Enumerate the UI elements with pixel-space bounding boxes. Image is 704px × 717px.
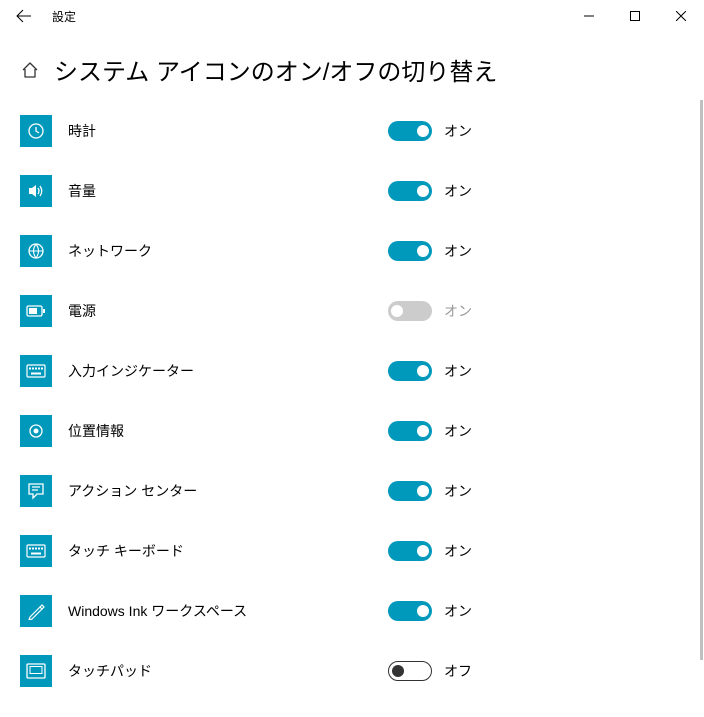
toggle-knob	[417, 485, 429, 497]
home-icon[interactable]	[20, 60, 40, 80]
toggle-state-windows-ink: オン	[444, 601, 472, 621]
scrollbar[interactable]	[700, 100, 703, 660]
toggle-state-action-center: オン	[444, 481, 472, 501]
maximize-button[interactable]	[612, 0, 658, 32]
item-row-input-indicator: 入力インジケーター オン	[20, 355, 684, 387]
toggle-state-power: オン	[444, 301, 472, 321]
content-area: システム アイコンのオン/オフの切り替え 時計オン音量オンネットワークオン電源オ…	[0, 32, 704, 717]
item-label-touchpad: タッチパッド	[68, 661, 388, 681]
toggle-state-touch-keyboard: オン	[444, 541, 472, 561]
toggle-knob	[417, 245, 429, 257]
titlebar: 設定	[0, 0, 704, 32]
close-icon	[676, 11, 686, 21]
toggle-touch-keyboard[interactable]	[388, 541, 432, 561]
toggle-state-location: オン	[444, 421, 472, 441]
item-label-network: ネットワーク	[68, 241, 388, 261]
item-row-network: ネットワーク オン	[20, 235, 684, 267]
item-label-input-indicator: 入力インジケーター	[68, 361, 388, 381]
item-row-power: 電源 オン	[20, 295, 684, 327]
toggle-action-center[interactable]	[388, 481, 432, 501]
toggle-wrap-location: オン	[388, 421, 472, 441]
item-label-touch-keyboard: タッチ キーボード	[68, 541, 388, 561]
item-row-touchpad: タッチパッド オフ	[20, 655, 684, 687]
item-label-volume: 音量	[68, 181, 388, 201]
toggle-wrap-touchpad: オフ	[388, 661, 472, 681]
toggle-wrap-clock: オン	[388, 121, 472, 141]
toggle-knob	[417, 125, 429, 137]
item-label-location: 位置情報	[68, 421, 388, 441]
toggle-state-input-indicator: オン	[444, 361, 472, 381]
toggle-wrap-power: オン	[388, 301, 472, 321]
toggle-input-indicator[interactable]	[388, 361, 432, 381]
toggle-knob	[391, 305, 403, 317]
item-label-action-center: アクション センター	[68, 481, 388, 501]
toggle-wrap-volume: オン	[388, 181, 472, 201]
ink-icon	[20, 595, 52, 627]
toggle-state-clock: オン	[444, 121, 472, 141]
window-controls	[566, 0, 704, 32]
toggle-state-volume: オン	[444, 181, 472, 201]
app-title: 設定	[52, 8, 76, 25]
toggle-power	[388, 301, 432, 321]
action-center-icon	[20, 475, 52, 507]
item-row-action-center: アクション センター オン	[20, 475, 684, 507]
toggle-volume[interactable]	[388, 181, 432, 201]
item-row-volume: 音量 オン	[20, 175, 684, 207]
toggle-network[interactable]	[388, 241, 432, 261]
volume-icon	[20, 175, 52, 207]
keyboard-icon	[20, 355, 52, 387]
toggle-state-touchpad: オフ	[444, 661, 472, 681]
touchpad-icon	[20, 655, 52, 687]
minimize-icon	[584, 11, 594, 21]
toggle-wrap-action-center: オン	[388, 481, 472, 501]
item-label-windows-ink: Windows Ink ワークスペース	[68, 601, 388, 621]
network-icon	[20, 235, 52, 267]
keyboard-icon	[20, 535, 52, 567]
toggle-clock[interactable]	[388, 121, 432, 141]
item-label-power: 電源	[68, 301, 388, 321]
toggle-knob	[417, 185, 429, 197]
toggle-knob	[417, 425, 429, 437]
toggle-wrap-windows-ink: オン	[388, 601, 472, 621]
power-icon	[20, 295, 52, 327]
back-arrow-icon	[16, 8, 32, 24]
system-icons-list: 時計オン音量オンネットワークオン電源オン入力インジケーターオン位置情報オンアクシ…	[20, 115, 704, 687]
toggle-knob	[417, 365, 429, 377]
toggle-state-network: オン	[444, 241, 472, 261]
toggle-windows-ink[interactable]	[388, 601, 432, 621]
toggle-wrap-network: オン	[388, 241, 472, 261]
close-button[interactable]	[658, 0, 704, 32]
toggle-touchpad[interactable]	[388, 661, 432, 681]
toggle-wrap-touch-keyboard: オン	[388, 541, 472, 561]
toggle-knob	[417, 605, 429, 617]
item-row-windows-ink: Windows Ink ワークスペース オン	[20, 595, 684, 627]
item-row-location: 位置情報 オン	[20, 415, 684, 447]
location-icon	[20, 415, 52, 447]
toggle-knob	[417, 545, 429, 557]
toggle-wrap-input-indicator: オン	[388, 361, 472, 381]
clock-icon	[20, 115, 52, 147]
item-row-clock: 時計 オン	[20, 115, 684, 147]
item-label-clock: 時計	[68, 121, 388, 141]
item-row-touch-keyboard: タッチ キーボード オン	[20, 535, 684, 567]
toggle-knob	[392, 665, 404, 677]
page-header: システム アイコンのオン/オフの切り替え	[20, 52, 704, 87]
minimize-button[interactable]	[566, 0, 612, 32]
page-title: システム アイコンのオン/オフの切り替え	[54, 52, 497, 87]
back-button[interactable]	[0, 0, 48, 32]
maximize-icon	[630, 11, 640, 21]
toggle-location[interactable]	[388, 421, 432, 441]
